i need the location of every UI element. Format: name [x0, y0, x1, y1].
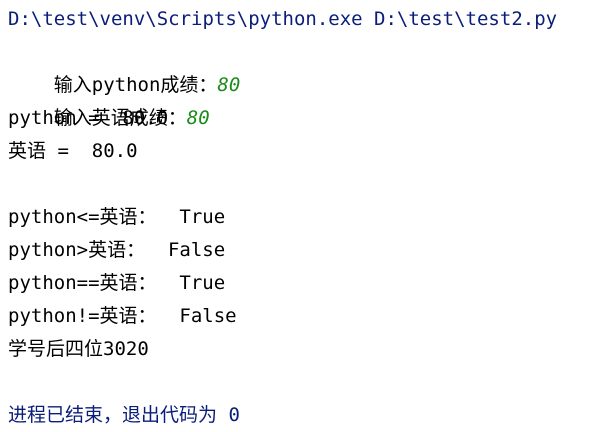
python-score-prompt: 输入python成绩： [53, 74, 218, 96]
exit-message: 进程已结束，退出代码为 0 [8, 404, 240, 426]
english-value-output: 英语 = 80.0 [8, 140, 138, 162]
python-score-prompt-line: 输入python成绩：80 [8, 36, 613, 96]
compare-le-output: python<=英语： True [8, 206, 226, 228]
compare-ne-output: python!=英语： False [8, 305, 237, 327]
student-id-output: 学号后四位3020 [8, 338, 149, 360]
run-console-output[interactable]: D:\test\venv\Scripts\python.exe D:\test\… [0, 0, 613, 432]
english-score-input: 80 [186, 107, 210, 129]
command-line: D:\test\venv\Scripts\python.exe D:\test\… [8, 8, 558, 30]
compare-gt-output: python>英语： False [8, 239, 226, 261]
python-value-output: python = 80.0 [8, 107, 169, 129]
compare-eq-output: python==英语： True [8, 272, 226, 294]
python-score-input: 80 [217, 74, 241, 96]
